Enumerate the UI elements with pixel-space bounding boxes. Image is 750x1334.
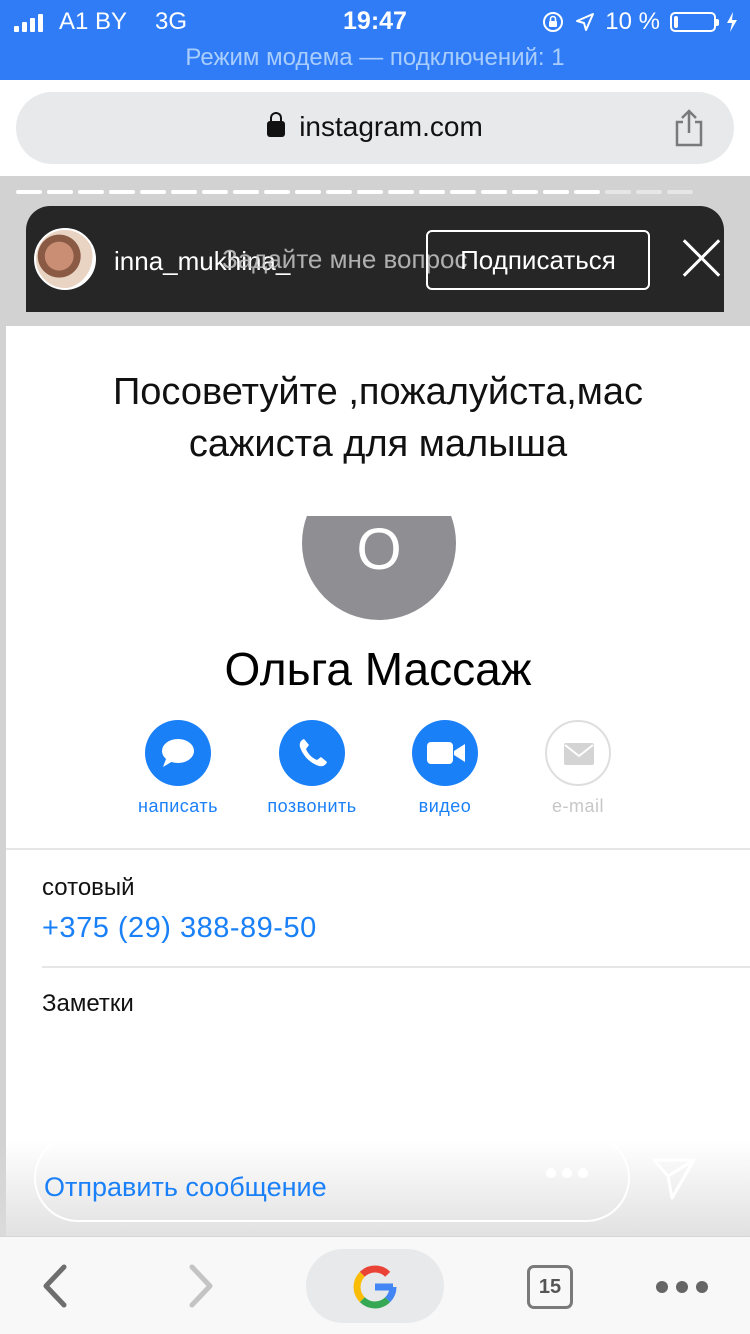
action-call-label: позвонить xyxy=(267,796,357,816)
location-icon xyxy=(576,13,595,31)
story-progress-segment xyxy=(202,190,228,194)
phone-number[interactable]: +375 (29) 388-89-50 xyxy=(42,912,317,945)
action-message-label: написать xyxy=(138,796,218,816)
contact-card: Посоветуйте ,пожалуйста,мас сажиста для … xyxy=(6,326,750,1236)
message-composer[interactable]: Отправить сообщение xyxy=(34,1134,630,1222)
browser-toolbar: 15 xyxy=(0,1236,750,1334)
mail-icon xyxy=(564,743,594,765)
forward-icon[interactable] xyxy=(180,1261,220,1311)
share-icon[interactable] xyxy=(672,108,706,148)
story-progress-segment xyxy=(481,190,507,194)
story-progress-segment xyxy=(171,190,197,194)
story-progress-segment xyxy=(543,190,569,194)
hotspot-banner[interactable]: Режим модема — подключений: 1 xyxy=(0,44,750,72)
contact-avatar: О xyxy=(302,516,456,620)
story-progress-segment xyxy=(419,190,445,194)
story-progress-segment xyxy=(78,190,104,194)
composer-placeholder: Отправить сообщение xyxy=(44,1172,327,1202)
story-progress-segment xyxy=(47,190,73,194)
google-button[interactable] xyxy=(306,1249,444,1323)
user-avatar[interactable] xyxy=(34,228,96,290)
phone-type-label: сотовый xyxy=(42,874,135,901)
url-text: instagram.com xyxy=(299,111,483,142)
field-divider xyxy=(42,966,750,968)
url-display: instagram.com xyxy=(16,111,734,143)
subscribe-button[interactable]: Подписаться xyxy=(426,230,650,290)
story-progress-segment xyxy=(574,190,600,194)
action-message[interactable]: написать xyxy=(118,720,238,817)
story-progress-segment xyxy=(295,190,321,194)
section-divider xyxy=(6,848,750,850)
status-right: 10 % xyxy=(541,8,738,36)
story-caption: Посоветуйте ,пожалуйста,мас сажиста для … xyxy=(112,371,644,465)
address-bar[interactable]: instagram.com xyxy=(16,92,734,164)
action-email-label: e-mail xyxy=(551,796,604,816)
close-icon[interactable] xyxy=(680,236,724,280)
story-progress-segment xyxy=(326,190,352,194)
address-area: instagram.com xyxy=(0,80,750,176)
status-bar: A1 BY 3G 19:47 10 % Режим модема — подкл… xyxy=(0,0,750,80)
story-progress-segment xyxy=(109,190,135,194)
action-video[interactable]: видео xyxy=(385,720,505,817)
action-video-label: видео xyxy=(418,796,472,816)
battery-percent: 10 % xyxy=(605,8,660,35)
action-email: e-mail xyxy=(518,720,638,817)
story-header: inna_mukhina_ Задайте мне вопрос Подписа… xyxy=(26,206,724,312)
contact-name: Ольга Массаж xyxy=(224,643,532,695)
charging-icon xyxy=(727,12,737,32)
story-progress-segment xyxy=(357,190,383,194)
story-progress-bar xyxy=(16,190,693,194)
story-progress-segment xyxy=(233,190,259,194)
send-icon[interactable] xyxy=(650,1154,698,1202)
story-progress-segment xyxy=(512,190,538,194)
story-progress-segment xyxy=(16,190,42,194)
message-icon xyxy=(162,739,194,767)
tabs-button[interactable]: 15 xyxy=(527,1265,573,1309)
notes-label: Заметки xyxy=(42,990,134,1017)
lock-icon xyxy=(267,112,286,137)
story-progress-segment xyxy=(636,190,662,194)
story-progress-segment xyxy=(605,190,631,194)
story-progress-segment xyxy=(140,190,166,194)
rotation-lock-icon xyxy=(543,12,564,32)
more-options-icon[interactable] xyxy=(546,1168,588,1178)
story-progress-segment xyxy=(388,190,414,194)
battery-icon xyxy=(670,12,719,32)
story-progress-segment xyxy=(667,190,693,194)
video-icon xyxy=(427,742,465,764)
action-call[interactable]: позвонить xyxy=(252,720,372,817)
more-menu-icon[interactable] xyxy=(656,1281,708,1293)
story-progress-segment xyxy=(264,190,290,194)
back-icon[interactable] xyxy=(36,1261,76,1311)
story-progress-segment xyxy=(450,190,476,194)
contact-avatar-letter: О xyxy=(356,517,402,582)
phone-icon xyxy=(299,739,327,767)
google-icon xyxy=(353,1265,397,1309)
